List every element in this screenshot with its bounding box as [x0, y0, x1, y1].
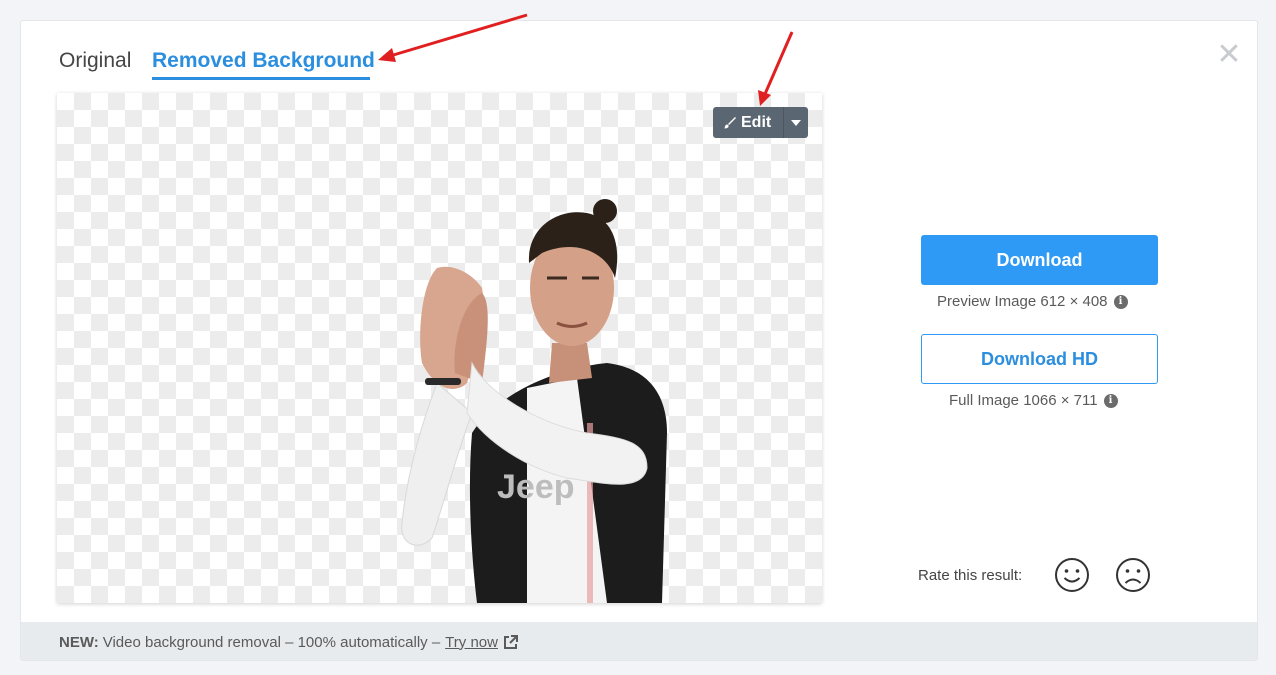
caret-down-icon[interactable]: [783, 107, 808, 138]
full-size-text: Full Image 1066 × 711: [949, 392, 1098, 409]
try-now-link[interactable]: Try now: [445, 634, 498, 651]
full-size-caption: Full Image 1066 × 711 i: [949, 392, 1118, 409]
preview-size-text: Preview Image 612 × 408: [937, 293, 1108, 310]
result-dialog: Original Removed Background ✕ Jeep Edit …: [20, 20, 1258, 661]
download-hd-button[interactable]: Download HD: [921, 334, 1158, 384]
tab-original[interactable]: Original: [59, 49, 131, 73]
download-button[interactable]: Download: [921, 235, 1158, 285]
frown-icon[interactable]: [1115, 557, 1151, 593]
active-tab-indicator: [152, 77, 370, 80]
edit-button[interactable]: Edit: [713, 107, 808, 138]
smile-icon[interactable]: [1054, 557, 1090, 593]
cutout-person-image: Jeep: [401, 199, 667, 603]
svg-text:Jeep: Jeep: [497, 468, 575, 506]
tab-removed-background[interactable]: Removed Background: [152, 49, 375, 73]
external-link-icon[interactable]: [503, 634, 518, 650]
rate-label: Rate this result:: [918, 567, 1023, 584]
info-icon[interactable]: i: [1103, 393, 1118, 408]
brush-icon: [724, 116, 736, 128]
info-icon[interactable]: i: [1113, 294, 1128, 309]
footer-prefix: NEW:: [59, 633, 99, 651]
footer-text: Video background removal – 100% automati…: [102, 633, 441, 651]
promo-footer: NEW: Video background removal – 100% aut…: [21, 622, 1257, 660]
preview-size-caption: Preview Image 612 × 408 i: [937, 293, 1128, 310]
edit-label: Edit: [741, 113, 772, 131]
close-icon[interactable]: ✕: [1215, 40, 1243, 70]
result-preview: Jeep Edit: [57, 93, 822, 603]
